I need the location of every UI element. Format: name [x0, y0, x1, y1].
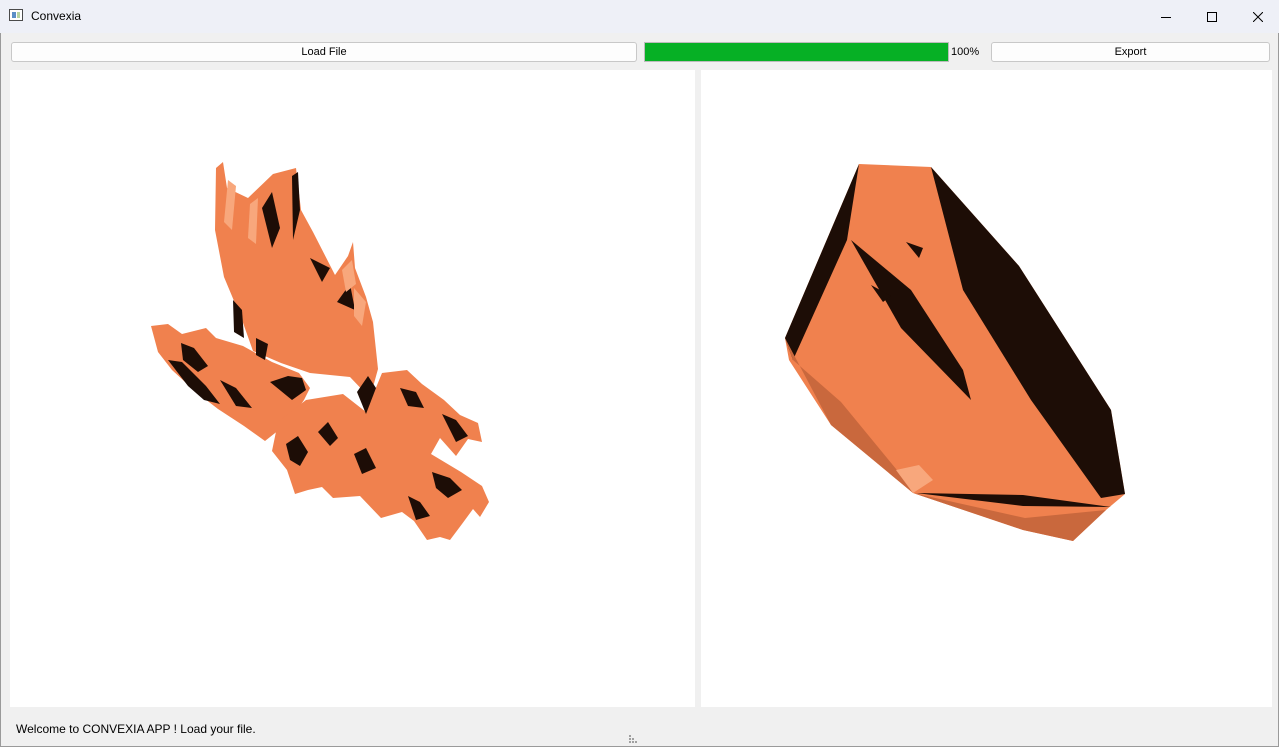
- convex-hull-viewport[interactable]: [701, 70, 1272, 707]
- maximize-button[interactable]: [1189, 0, 1235, 33]
- title-bar[interactable]: Convexia: [0, 0, 1279, 33]
- status-message: Welcome to CONVEXIA APP ! Load your file…: [16, 722, 256, 736]
- progress-fill: [645, 43, 948, 61]
- app-icon: [9, 9, 23, 21]
- load-file-button[interactable]: Load File: [11, 42, 637, 62]
- minimize-button[interactable]: [1143, 0, 1189, 33]
- minimize-icon: [1161, 16, 1171, 18]
- progress-bar: [644, 42, 949, 62]
- progress-percent: 100%: [951, 46, 980, 58]
- convex-hull-render: [785, 164, 1125, 541]
- dragon-mesh-render: [151, 162, 489, 540]
- export-button[interactable]: Export: [991, 42, 1270, 62]
- resize-grip-icon[interactable]: [627, 733, 637, 743]
- window-title: Convexia: [31, 9, 82, 23]
- close-icon: [1253, 11, 1263, 22]
- maximize-icon: [1207, 11, 1217, 22]
- close-button[interactable]: [1235, 0, 1279, 33]
- original-mesh-viewport[interactable]: [10, 70, 695, 707]
